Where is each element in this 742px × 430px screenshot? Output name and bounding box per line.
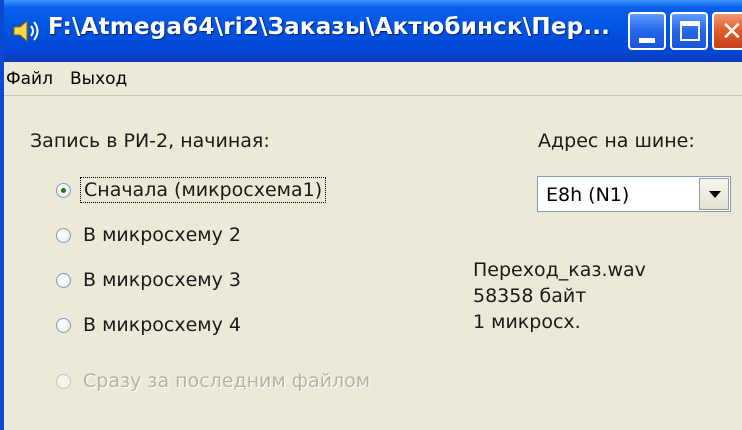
radio-button[interactable] <box>56 317 71 333</box>
file-name: Переход_каз.wav <box>473 259 646 281</box>
radio-label: Сначала (микросхема1) <box>80 177 327 203</box>
radio-option-chip3[interactable]: В микросхему 3 <box>56 263 244 297</box>
bus-address-value: E8h (N1) <box>546 184 630 206</box>
close-icon: ✕ <box>721 17 742 47</box>
radio-label: Сразу за последним файлом <box>83 370 371 392</box>
close-button[interactable]: ✕ <box>712 12 742 50</box>
radio-option-chip2[interactable]: В микросхему 2 <box>56 218 244 252</box>
minimize-button[interactable] <box>628 12 666 50</box>
radio-option-chip1[interactable]: Сначала (микросхема1) <box>56 173 327 207</box>
radio-button-disabled <box>56 373 71 389</box>
file-size: 58358 байт <box>473 285 587 307</box>
radio-label: В микросхему 4 <box>83 314 242 336</box>
menu-item-exit[interactable]: Выход <box>70 69 127 89</box>
minimize-icon <box>639 38 655 43</box>
radio-option-chip4[interactable]: В микросхему 4 <box>56 308 244 342</box>
menu-bar: Файл Выход <box>4 62 742 96</box>
app-window: F:\Atmega64\ri2\Заказы\Актюбинск\Пер... … <box>0 0 742 430</box>
radio-label: В микросхему 3 <box>83 269 242 291</box>
radio-button[interactable] <box>56 272 71 288</box>
speaker-icon <box>13 19 39 43</box>
chip-count: 1 микросх. <box>473 311 581 333</box>
radio-label: В микросхему 2 <box>83 224 242 246</box>
maximize-icon <box>680 21 700 41</box>
bus-address-label: Адрес на шине: <box>538 130 695 152</box>
radio-option-after-last: Сразу за последним файлом <box>56 364 373 398</box>
window-title: F:\Atmega64\ri2\Заказы\Актюбинск\Пер... <box>48 14 611 40</box>
title-bar[interactable]: F:\Atmega64\ri2\Заказы\Актюбинск\Пер... … <box>4 0 742 62</box>
menu-item-file[interactable]: Файл <box>6 69 53 89</box>
chevron-down-icon[interactable] <box>699 178 729 210</box>
radio-button[interactable] <box>56 227 71 243</box>
radio-button-checked[interactable] <box>56 182 71 198</box>
bus-address-select[interactable]: E8h (N1) <box>537 176 731 212</box>
maximize-button[interactable] <box>670 12 708 50</box>
write-start-label: Запись в РИ-2, начиная: <box>30 130 270 152</box>
